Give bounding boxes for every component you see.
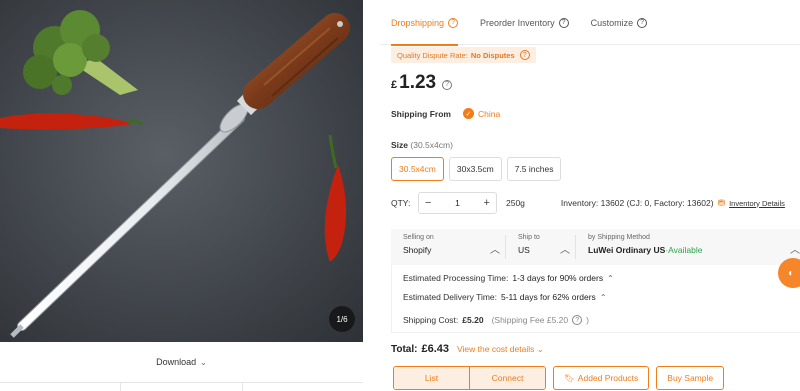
buy-sample-button[interactable]: Buy Sample <box>656 366 725 390</box>
chevron-up-icon: ︿ <box>490 245 500 256</box>
shipping-method-select[interactable]: by Shipping Method LuWei Ordinary US·Ava… <box>576 229 800 265</box>
shipping-fee-note: (Shipping Fee £5.20 <box>491 315 569 325</box>
tab-preorder-inventory[interactable]: Preorder Inventory ? <box>469 0 580 45</box>
view-cost-details-label: View the cost details <box>457 343 535 354</box>
question-icon[interactable]: ? <box>572 315 583 325</box>
weight: 250g <box>506 198 525 208</box>
tab-label: Preorder Inventory <box>480 17 555 28</box>
selling-on-label: Selling on <box>403 234 434 241</box>
delivery-label: Estimated Delivery Time: <box>403 292 497 302</box>
list-button[interactable]: List <box>394 367 469 389</box>
size-option[interactable]: 30x3.5cm <box>448 157 502 181</box>
chat-icon: ◖ <box>787 267 794 279</box>
ship-to-value: US <box>518 245 530 255</box>
quantity-row: QTY: − 1 + 250g Inventory: 13602 (CJ: 0,… <box>391 192 800 214</box>
inventory-icon: ⛃ <box>717 197 726 208</box>
download-label: Download <box>156 357 197 367</box>
added-products-label: Added Products <box>577 373 639 383</box>
tab-label: Customize <box>590 17 634 28</box>
price-currency: £ <box>391 79 398 91</box>
chevron-down-icon: ⌄ <box>536 343 544 354</box>
shipping-selectors: Selling on Shopify ︿ Ship to US ︿ by Shi… <box>391 229 800 265</box>
check-circle-icon: ✓ <box>462 108 474 119</box>
minus-button[interactable]: − <box>425 197 431 209</box>
total-label: Total: <box>391 343 418 355</box>
thumbnail-strip[interactable] <box>0 382 363 391</box>
chevron-up-icon: ︿ <box>560 245 570 256</box>
chevron-up-icon: ︿ <box>790 245 800 256</box>
availability-status: ·Available <box>665 245 703 255</box>
shipping-estimates: Estimated Processing Time: 1-3 days for … <box>391 265 800 333</box>
total-amount: £6.43 <box>421 343 450 355</box>
product-photo <box>0 0 363 342</box>
product-details-panel: Dropshipping ? Preorder Inventory ? Cust… <box>380 0 800 391</box>
list-connect-group: List Connect <box>393 366 546 390</box>
question-icon[interactable]: ? <box>558 17 569 28</box>
added-products-button[interactable]: 🔖︎ Added Products <box>553 366 650 390</box>
question-icon[interactable]: ? <box>442 79 453 90</box>
dispute-value: No Disputes <box>470 50 515 60</box>
total-cost: Total: £6.43 View the cost details ⌄ <box>391 343 544 355</box>
shipping-cost-label: Shipping Cost: <box>403 315 459 325</box>
chat-float-button[interactable]: ◖ <box>778 258 800 288</box>
bookmark-icon: 🔖︎ <box>564 372 575 383</box>
quantity-stepper: − 1 + <box>418 192 497 214</box>
processing-time[interactable]: Estimated Processing Time: 1-3 days for … <box>403 273 614 283</box>
tab-label: Dropshipping <box>391 17 445 28</box>
image-counter: 1/6 <box>329 306 355 332</box>
selling-on-value: Shopify <box>403 245 432 255</box>
shipping-cost: Shipping Cost: £5.20 (Shipping Fee £5.20… <box>403 315 589 325</box>
processing-label: Estimated Processing Time: <box>403 273 509 283</box>
price-value: 1.23 <box>399 72 437 93</box>
delivery-value: 5-11 days for 62% orders <box>501 292 596 302</box>
question-icon[interactable]: ? <box>519 50 530 60</box>
shipping-from-label: Shipping From <box>391 108 451 119</box>
size-option[interactable]: 30.5x4cm <box>391 157 444 181</box>
product-image-gallery[interactable]: 1/6 <box>0 0 363 342</box>
question-icon[interactable]: ? <box>637 17 648 28</box>
shipping-method-label: by Shipping Method <box>588 234 650 241</box>
shipping-box: Selling on Shopify ︿ Ship to US ︿ by Shi… <box>391 229 800 333</box>
shipping-method-value: LuWei Ordinary US <box>588 245 666 255</box>
qty-label: QTY: <box>391 198 411 208</box>
download-button[interactable]: Download ⌄ <box>0 342 363 382</box>
tab-dropshipping[interactable]: Dropshipping ? <box>380 0 469 46</box>
shipping-from-option-china[interactable]: ✓ China <box>462 108 501 119</box>
inventory-count: Inventory: 13602 (CJ: 0, Factory: 13602) <box>560 198 714 208</box>
processing-value: 1-3 days for 90% orders <box>512 273 604 283</box>
shipping-from-value: China <box>477 108 501 119</box>
view-cost-details-link[interactable]: View the cost details ⌄ <box>457 344 544 355</box>
question-icon[interactable]: ? <box>448 17 459 28</box>
shipping-cost-value: £5.20 <box>462 315 484 325</box>
ship-to-label: Ship to <box>518 234 540 241</box>
size-title: Size <box>391 140 409 150</box>
delivery-time[interactable]: Estimated Delivery Time: 5-11 days for 6… <box>403 292 607 302</box>
size-label: Size (30.5x4cm) <box>391 140 453 150</box>
chevron-down-icon: ⌄ <box>200 357 207 367</box>
dispute-label: Quality Dispute Rate: <box>397 50 468 60</box>
size-current: (30.5x4cm) <box>410 140 453 150</box>
ship-to-select[interactable]: Ship to US ︿ <box>506 229 576 265</box>
quantity-input[interactable]: 1 <box>455 198 460 208</box>
inventory-details-link[interactable]: Inventory Details <box>729 199 785 208</box>
shipping-from: Shipping From ✓ China <box>391 108 500 119</box>
chevron-up-icon: ⌃ <box>599 292 607 302</box>
action-buttons: List Connect 🔖︎ Added Products Buy Sampl… <box>393 366 725 390</box>
plus-button[interactable]: + <box>484 197 490 209</box>
size-options: 30.5x4cm 30x3.5cm 7.5 inches <box>391 157 562 181</box>
tab-customize[interactable]: Customize ? <box>580 0 659 45</box>
selling-on-select[interactable]: Selling on Shopify ︿ <box>391 229 506 265</box>
price: £ 1.23 ? <box>391 72 453 94</box>
chevron-up-icon: ⌃ <box>607 273 614 283</box>
connect-button[interactable]: Connect <box>469 367 545 389</box>
size-option[interactable]: 7.5 inches <box>506 157 562 181</box>
mode-tabs: Dropshipping ? Preorder Inventory ? Cust… <box>380 0 800 46</box>
dispute-rate-badge: Quality Dispute Rate: No Disputes ? <box>391 47 536 63</box>
